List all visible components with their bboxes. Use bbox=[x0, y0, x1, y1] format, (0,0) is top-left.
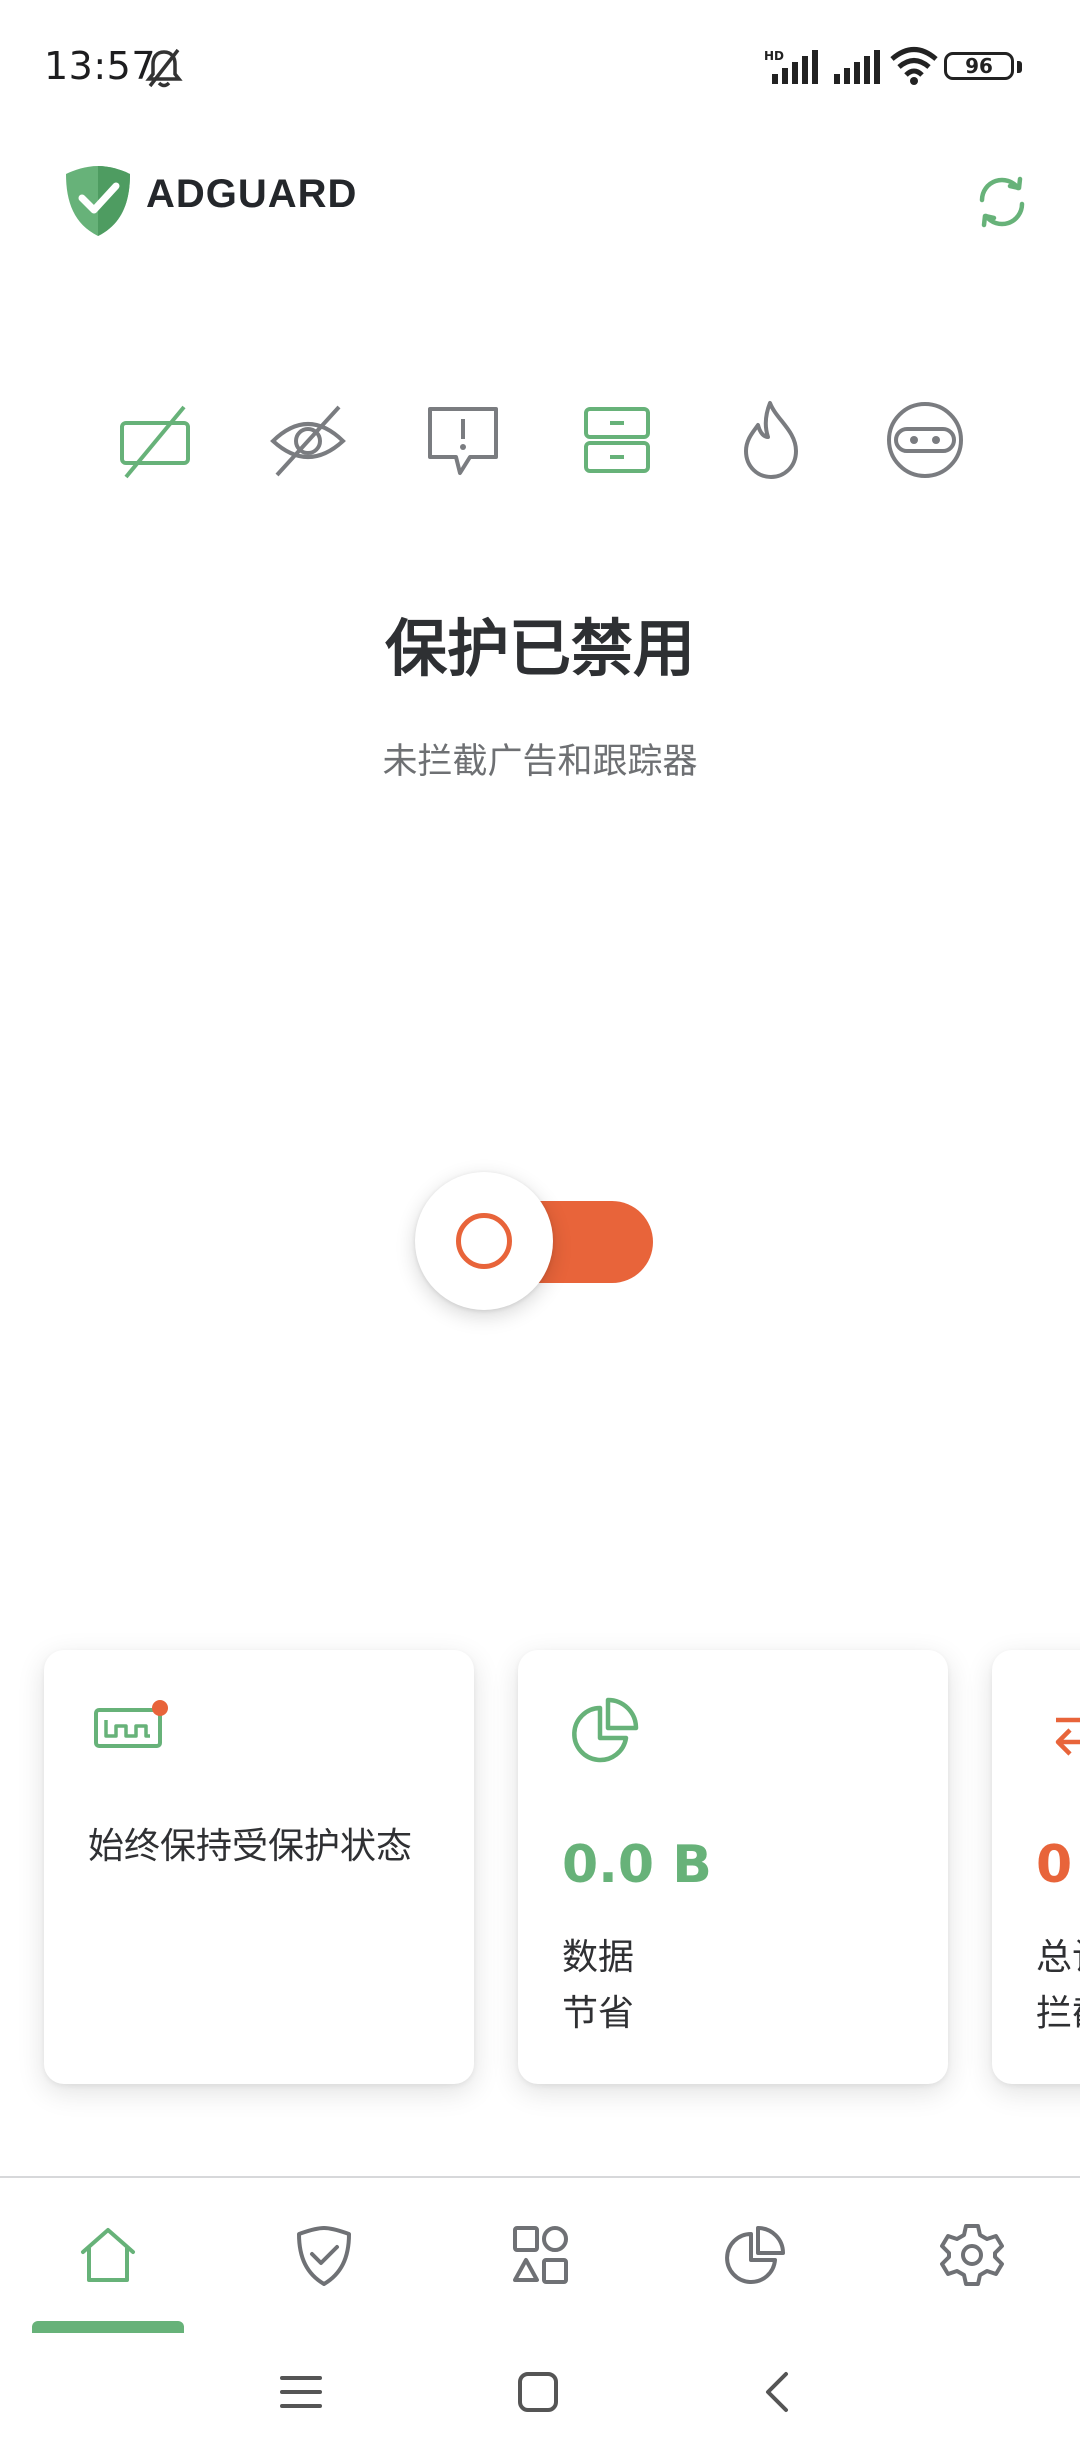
stats-carousel[interactable]: 始终保持受保护状态 0.0 B 数据 节省 0 总计 拦截 bbox=[0, 1650, 1080, 2090]
app-name: ADGUARD bbox=[146, 172, 358, 216]
signal-hd-badge: HD bbox=[764, 49, 784, 63]
ad-block-icon[interactable] bbox=[110, 395, 200, 485]
total-blocked-value: 0 bbox=[1036, 1835, 1073, 1895]
protection-toggle[interactable] bbox=[415, 1170, 655, 1310]
toggle-knob[interactable] bbox=[415, 1172, 553, 1310]
nav-settings[interactable] bbox=[937, 2220, 1007, 2290]
always-protected-card[interactable]: 始终保持受保护状态 bbox=[44, 1650, 474, 2084]
nav-statistics[interactable] bbox=[721, 2220, 791, 2290]
data-saved-card[interactable]: 0.0 B 数据 节省 bbox=[518, 1650, 948, 2084]
protection-status-title: 保护已禁用 bbox=[384, 612, 695, 685]
pie-chart-icon bbox=[572, 1697, 639, 1763]
protection-icon bbox=[297, 2226, 351, 2286]
blocked-requests-icon bbox=[1055, 1717, 1080, 1756]
annoyance-icon[interactable] bbox=[418, 395, 508, 485]
screen: 13:57 HD 96 ADGUARD 保护已禁用 未拦截广告和跟踪器 始终保持… bbox=[0, 0, 1080, 2460]
status-bar: 13:57 HD 96 bbox=[0, 0, 1080, 140]
nav-apps[interactable] bbox=[505, 2220, 575, 2290]
nav-protection[interactable] bbox=[289, 2220, 359, 2290]
total-blocked-card[interactable]: 0 总计 拦截 bbox=[992, 1650, 1080, 2084]
notifications-muted-icon bbox=[145, 48, 183, 88]
apps-icon bbox=[513, 2226, 568, 2284]
battery-tip bbox=[1017, 61, 1022, 73]
menu-icon[interactable] bbox=[278, 2370, 324, 2414]
cellular-signal-icon: HD bbox=[764, 49, 818, 84]
data-saved-label-line2: 节省 bbox=[562, 1993, 635, 2034]
cellular-signal-2-icon bbox=[834, 50, 880, 84]
power-off-icon bbox=[456, 1213, 512, 1269]
always-protected-text: 始终保持受保护状态 bbox=[88, 1826, 413, 1867]
data-saved-label: 数据 节省 bbox=[562, 1930, 902, 2042]
anti-tracking-icon[interactable] bbox=[263, 395, 353, 485]
stealth-mode-icon[interactable] bbox=[880, 395, 970, 485]
settings-icon bbox=[940, 2224, 1004, 2286]
back-icon[interactable] bbox=[756, 2370, 800, 2414]
total-blocked-label-line2: 拦截 bbox=[1036, 1993, 1080, 2034]
firewall-icon[interactable] bbox=[726, 395, 816, 485]
nav-home[interactable] bbox=[73, 2220, 143, 2290]
refresh-icon[interactable] bbox=[970, 170, 1034, 234]
wifi-icon bbox=[890, 47, 938, 85]
nav-active-indicator bbox=[32, 2321, 184, 2333]
data-saved-label-line1: 数据 bbox=[562, 1937, 635, 1978]
home-icon bbox=[81, 2228, 135, 2282]
adguard-logo-icon bbox=[66, 166, 130, 236]
protection-status-subtitle: 未拦截广告和跟踪器 bbox=[382, 742, 698, 782]
app-header: ADGUARD bbox=[0, 150, 1080, 260]
statistics-icon bbox=[725, 2226, 785, 2284]
data-saved-value: 0.0 B bbox=[562, 1835, 712, 1895]
battery-optimization-icon bbox=[94, 1700, 168, 1748]
battery-icon: 96 bbox=[944, 52, 1014, 80]
bottom-nav bbox=[0, 2178, 1080, 2333]
dns-server-icon[interactable] bbox=[572, 395, 662, 485]
system-nav-bar bbox=[0, 2340, 1080, 2460]
total-blocked-label-line1: 总计 bbox=[1036, 1937, 1080, 1978]
protection-features bbox=[0, 395, 1080, 485]
total-blocked-label: 总计 拦截 bbox=[1036, 1930, 1080, 2042]
home-button-icon[interactable] bbox=[516, 2370, 560, 2414]
status-time: 13:57 bbox=[44, 44, 157, 88]
